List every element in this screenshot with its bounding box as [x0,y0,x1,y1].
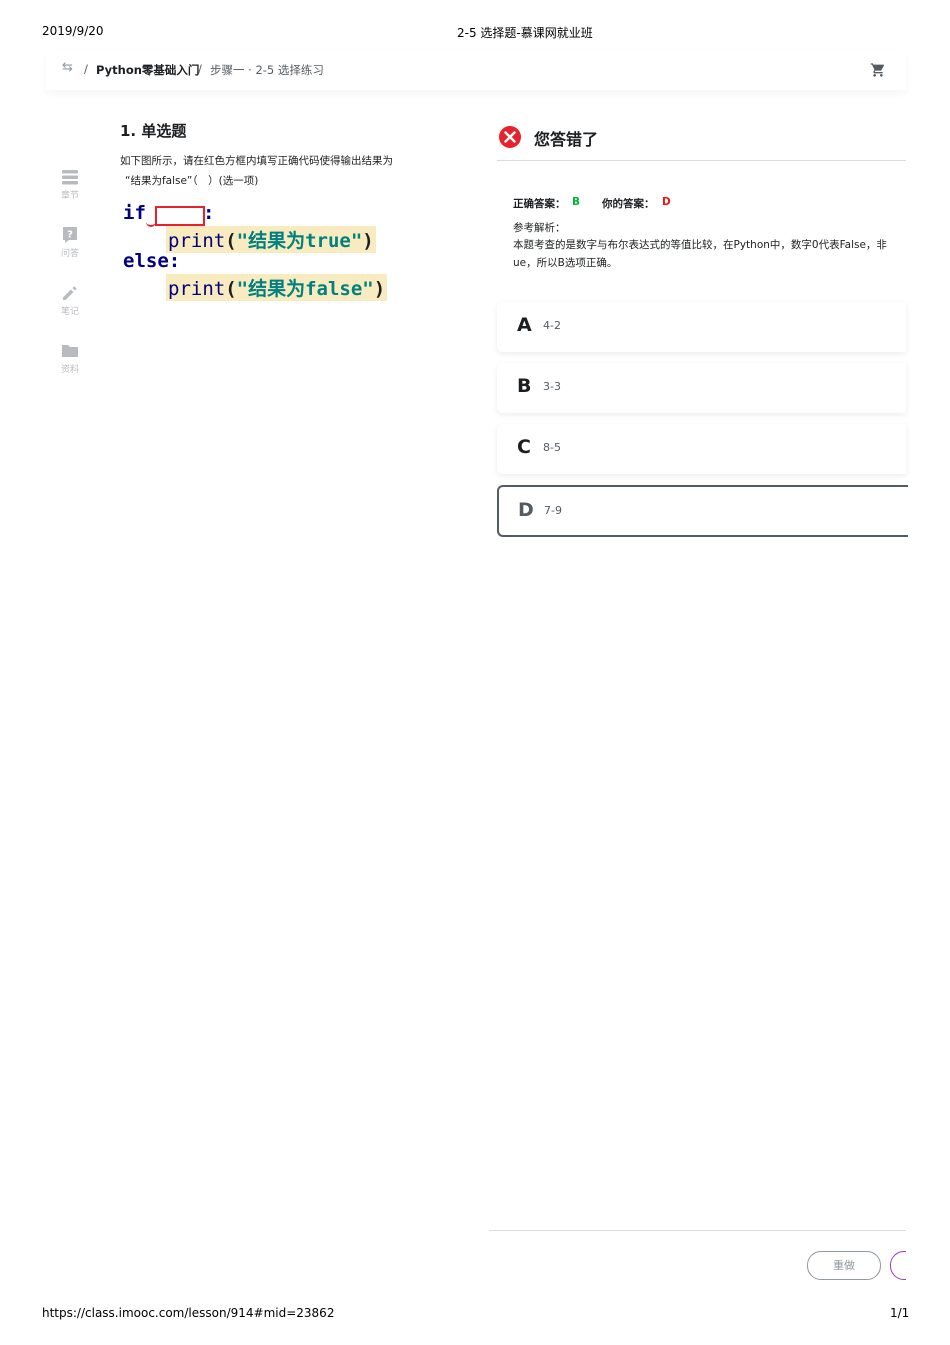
code-colon: : [203,202,215,224]
redo-button[interactable]: 重做 [807,1251,881,1280]
your-answer-value: D [662,196,671,208]
option-letter: B [517,375,532,397]
option-text: 4-2 [543,319,561,332]
correct-answer-label: 正确答案： [513,198,566,210]
print-title: 2-5 选择题-慕课网就业班 [457,26,593,40]
question-text-line1: 如下图所示，请在红色方框内填写正确代码使得输出结果为 [120,155,393,167]
switch-icon[interactable]: ⇆ [62,60,73,75]
analysis-line1: 本题考查的是数字与布尔表达式的等值比较，在Python中，数字0代表False，… [513,239,887,251]
top-nav: ⇆ / Python零基础入门 / 步骤一 · 2-5 选择练习 [46,50,906,90]
option-a[interactable]: A 4-2 [497,302,906,352]
sidebar-item-qa[interactable]: ? 问答 [54,226,86,259]
sidebar-item-chapter[interactable]: 章节 [54,168,86,201]
sidebar-item-materials[interactable]: 资料 [54,342,86,375]
option-text: 7-9 [544,504,562,517]
result-status: 您答错了 [534,130,599,149]
next-button-clipped[interactable] [890,1251,906,1280]
print-url: https://class.imooc.com/lesson/914#mid=2… [42,1306,335,1320]
question-title: 1. 单选题 [120,122,187,140]
answer-blank-box [155,206,205,226]
option-letter: C [517,436,531,458]
option-text: 3-3 [543,380,561,393]
your-answer-label: 你的答案： [602,198,655,210]
option-letter: A [517,314,532,336]
breadcrumb-step: 步骤一 · 2-5 选择练习 [210,63,324,77]
folder-icon [62,345,78,357]
analysis-line2: ue，所以B选项正确。 [513,257,618,269]
code-line-print-true: print("结果为true") [166,226,376,253]
code-line-else: else: [123,250,181,272]
error-icon [499,126,521,148]
divider [497,160,906,161]
breadcrumb-course[interactable]: Python零基础入门 [96,62,199,78]
breadcrumb-sep: / [198,62,202,76]
sidebar-item-label: 笔记 [60,307,79,317]
note-icon [63,286,77,300]
option-letter: D [518,499,534,521]
option-b[interactable]: B 3-3 [497,363,906,413]
breadcrumb-sep: / [84,62,88,76]
option-text: 8-5 [543,441,561,454]
cart-icon[interactable] [870,62,886,78]
option-c[interactable]: C 8-5 [497,424,906,474]
print-page-number: 1/1 [890,1306,910,1320]
footer-divider [489,1230,906,1231]
option-d[interactable]: D 7-9 [497,485,908,537]
question-text-line2: “结果为false”（ ）(选一项) [125,175,259,187]
sidebar-item-label: 问答 [60,249,79,259]
svg-text:?: ? [67,230,73,241]
sidebar-item-label: 资料 [60,365,79,375]
sidebar-item-notes[interactable]: 笔记 [54,284,86,317]
question-icon: ? [63,227,77,243]
code-line-print-false: print("结果为false") [166,274,388,301]
analysis-label: 参考解析： [513,222,566,234]
correct-answer-value: B [572,196,581,208]
sidebar-item-label: 章节 [60,191,79,201]
code-line-if: if [123,202,146,224]
chapter-icon [62,170,78,185]
print-date: 2019/9/20 [42,24,104,38]
